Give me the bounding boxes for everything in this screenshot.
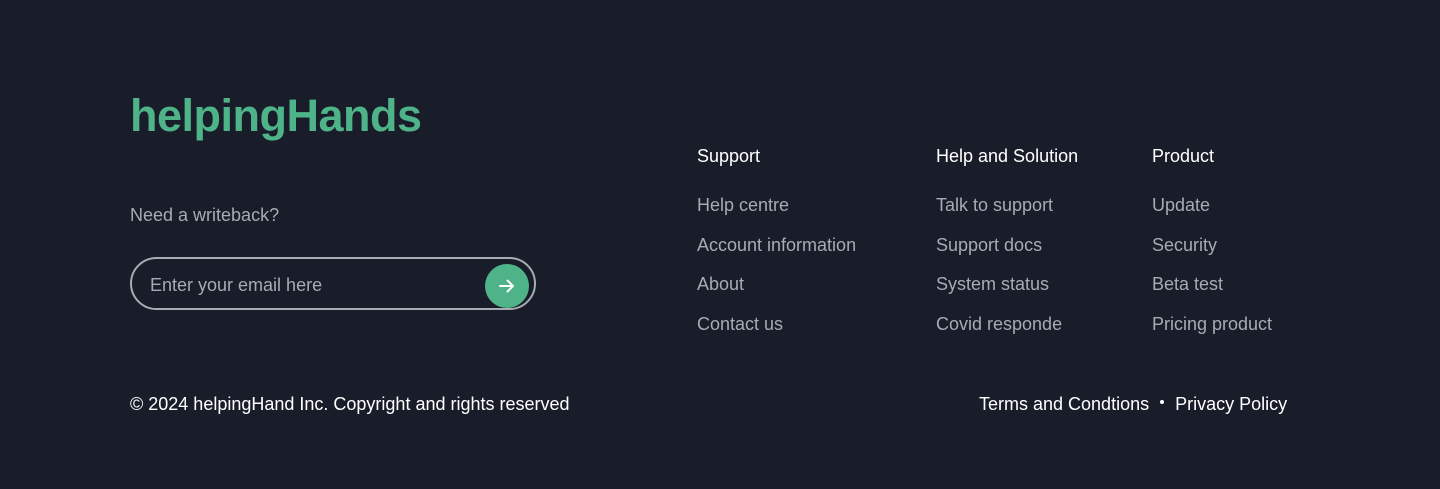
newsletter-label: Need a writeback? xyxy=(130,205,280,225)
separator-dot xyxy=(1160,400,1165,404)
help-solution-column: Help and Solution Talk to support Suppor… xyxy=(936,144,1078,351)
link-talk-to-support[interactable]: Talk to support xyxy=(936,195,1053,215)
link-covid-response[interactable]: Covid responde xyxy=(936,314,1062,334)
link-system-status[interactable]: System status xyxy=(936,274,1049,294)
link-about[interactable]: About xyxy=(697,274,744,294)
link-beta-test[interactable]: Beta test xyxy=(1152,274,1223,294)
support-links: Help centre Account information About Co… xyxy=(697,193,856,336)
product-column: Product Update Security Beta test Pricin… xyxy=(1152,144,1272,351)
arrow-right-icon xyxy=(499,279,514,293)
link-account-information[interactable]: Account information xyxy=(697,235,856,255)
link-update[interactable]: Update xyxy=(1152,195,1210,215)
email-input[interactable] xyxy=(150,271,470,299)
product-links: Update Security Beta test Pricing produc… xyxy=(1152,193,1272,336)
help-solution-links: Talk to support Support docs System stat… xyxy=(936,193,1078,336)
copyright-text: © 2024 helpingHand Inc. Copyright and ri… xyxy=(130,394,570,414)
legal-links: Terms and Condtions Privacy Policy xyxy=(979,392,1287,416)
link-support-docs[interactable]: Support docs xyxy=(936,235,1042,255)
support-column: Support Help centre Account information … xyxy=(697,144,856,351)
link-pricing-product[interactable]: Pricing product xyxy=(1152,314,1272,334)
submit-email-button[interactable] xyxy=(485,264,529,308)
column-title: Help and Solution xyxy=(936,146,1079,166)
link-help-centre[interactable]: Help centre xyxy=(697,195,789,215)
terms-link[interactable]: Terms and Condtions xyxy=(979,392,1149,416)
newsletter-form xyxy=(130,257,536,310)
link-security[interactable]: Security xyxy=(1152,235,1217,255)
column-title: Support xyxy=(697,146,761,166)
privacy-link[interactable]: Privacy Policy xyxy=(1175,392,1287,416)
brand-logo[interactable]: helpingHands xyxy=(130,90,422,142)
column-title: Product xyxy=(1152,146,1215,166)
link-contact-us[interactable]: Contact us xyxy=(697,314,783,334)
